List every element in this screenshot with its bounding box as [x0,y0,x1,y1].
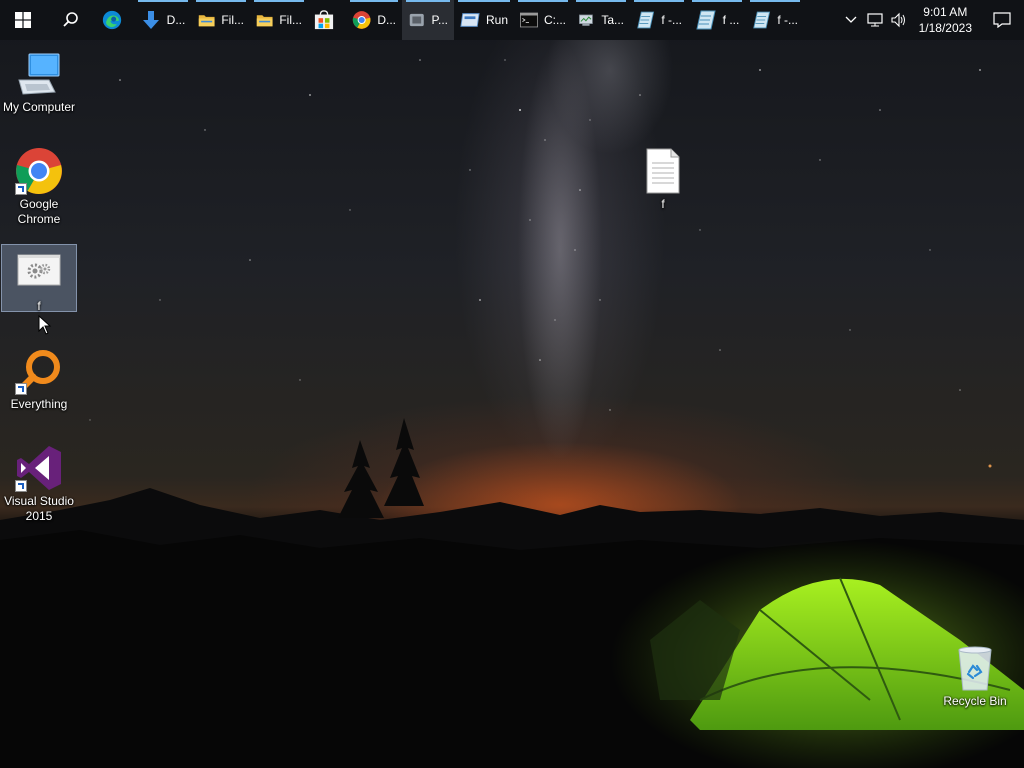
windows-start-icon [15,12,31,28]
taskbar-app-store[interactable] [308,0,346,40]
desktop-icon-f-text-file[interactable]: f [625,143,701,212]
visual-studio-icon [15,444,63,492]
taskbar-app-cmd[interactable]: C:... [514,0,572,40]
desktop-icon-label: Everything [10,397,68,411]
text-file-icon [639,147,687,195]
edge-icon [102,10,122,30]
network-icon[interactable] [863,0,887,40]
search-button[interactable] [46,0,96,40]
clock[interactable]: 9:01 AM 1/18/2023 [911,4,980,36]
start-button[interactable] [0,0,46,40]
taskbar-app-task-manager[interactable]: Ta... [572,0,630,40]
taskbar-app-notepad-1[interactable]: f -... [630,0,688,40]
clock-time: 9:01 AM [923,5,968,19]
download-arrow-icon [142,11,159,29]
notepad-icon [637,11,655,29]
taskbar-app-edge[interactable] [96,0,134,40]
taskbar-app-p[interactable]: P... [402,0,454,40]
desktop-icon-my-computer[interactable]: My Computer [1,46,77,115]
chevron-up-icon[interactable] [839,0,863,40]
mouse-cursor-icon [38,315,52,335]
desktop-icon-label: f [37,299,41,313]
clock-date: 1/18/2023 [918,21,972,35]
taskbar-app-downloads[interactable]: D... [134,0,192,40]
search-icon [63,12,78,27]
store-icon [314,10,334,30]
run-icon [460,13,480,27]
taskbar-app-chrome[interactable]: D... [346,0,402,40]
desktop-icon-f-selected[interactable]: f [1,244,77,313]
desktop-icon-label: My Computer [2,100,76,114]
chrome-icon [352,11,371,29]
taskbar-app-notepad-2[interactable]: f ... [688,0,746,40]
desktop-icon-label: Recycle Bin [943,694,1007,708]
everything-search-icon [15,347,63,395]
computer-icon [15,50,63,98]
shortcut-arrow-icon [15,383,27,395]
desktop-icon-recycle-bin[interactable]: Recycle Bin [937,640,1013,709]
cmd-icon [520,12,538,28]
taskbar-app-file-explorer-2[interactable]: Fil... [250,0,308,40]
shortcut-arrow-icon [15,183,27,195]
folder-icon [256,15,273,27]
folder-icon [198,15,215,27]
desktop-icon-label: Google Chrome [17,197,61,226]
notepad-icon [696,10,716,30]
taskbar-app-notepad-3[interactable]: f -... [746,0,804,40]
taskbar: D... Fil... Fil... D... P... Run C:... T… [0,0,1024,40]
shortcut-arrow-icon [15,480,27,492]
recycle-bin-icon [951,644,999,692]
taskbar-app-run[interactable]: Run [454,0,514,40]
task-manager-icon [579,14,593,26]
notification-center-button[interactable] [980,0,1024,40]
desktop-icon-label: f [661,197,665,211]
app-icon [409,13,424,27]
desktop-icon-visual-studio-2015[interactable]: Visual Studio 2015 [1,440,77,524]
desktop-icon-label: Visual Studio 2015 [4,494,74,523]
notification-icon [993,12,1011,28]
taskbar-app-file-explorer-1[interactable]: Fil... [192,0,250,40]
notepad-icon [753,11,771,29]
volume-icon[interactable] [887,0,911,40]
settings-file-icon [15,249,63,297]
chrome-icon [15,147,63,195]
landscape-silhouette [0,418,1024,768]
desktop-icon-google-chrome[interactable]: Google Chrome [1,143,77,227]
desktop-icon-everything[interactable]: Everything [1,343,77,412]
system-tray: 9:01 AM 1/18/2023 [839,0,1024,40]
